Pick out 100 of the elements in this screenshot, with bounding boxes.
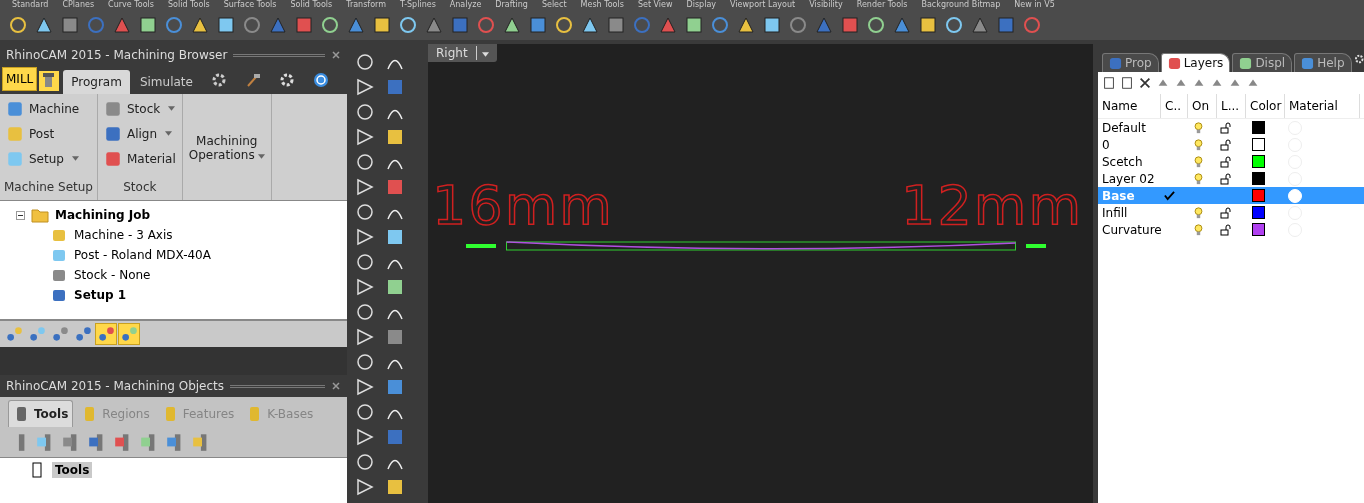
close-icon[interactable] [331, 50, 341, 60]
toolbar-tab[interactable]: Solid Tools [167, 0, 210, 10]
layer-tool-icon[interactable] [1138, 76, 1152, 90]
layer-row[interactable]: Infill [1098, 204, 1364, 221]
ribbon-button[interactable]: Machine [4, 96, 93, 121]
panel-tab[interactable]: Layers [1160, 53, 1231, 72]
toolbar-icon[interactable] [355, 302, 375, 322]
toolbar-icon[interactable] [190, 15, 210, 35]
toolbar-icon[interactable] [355, 152, 375, 172]
layer-row[interactable]: Default [1098, 119, 1364, 136]
view-tab[interactable]: Right [428, 44, 497, 62]
toolbar-tab[interactable]: Transform [346, 0, 386, 10]
color-swatch[interactable] [1252, 189, 1265, 202]
tree-item[interactable]: Setup 1 [74, 288, 127, 302]
toolbar-icon[interactable] [355, 352, 375, 372]
toolbar-icon[interactable] [424, 15, 444, 35]
layer-tool-icon[interactable] [1102, 76, 1116, 90]
tree-item[interactable]: Machine - 3 Axis [74, 228, 173, 242]
ribbon-tab[interactable]: MILL [2, 67, 38, 91]
column-header[interactable]: Name [1098, 94, 1161, 118]
unlock-icon[interactable] [1220, 138, 1232, 151]
toolbar-icon[interactable] [355, 377, 375, 397]
toolbar-tab[interactable]: Set View [637, 0, 673, 10]
toolbar-icon[interactable] [398, 15, 418, 35]
toolbar-tab[interactable]: Surface Tools [223, 0, 277, 10]
layer-tool-icon[interactable] [1120, 76, 1134, 90]
ribbon-button[interactable]: Stock [102, 96, 178, 121]
toolbar-icon[interactable] [385, 277, 405, 297]
tree-item[interactable]: Machining Job [55, 208, 151, 222]
toolbar-icon[interactable] [355, 477, 375, 497]
toolbar-tab[interactable]: Solid Tools [290, 0, 333, 10]
column-header[interactable]: C.. [1161, 94, 1188, 118]
toolbar-icon[interactable] [346, 15, 366, 35]
toolbar-tab[interactable]: Analyze [449, 0, 482, 10]
toolbar-icon[interactable] [762, 15, 782, 35]
operation-icon[interactable] [96, 324, 116, 344]
toolbar-tab[interactable]: Select [541, 0, 567, 10]
toolbar-tab[interactable]: Display [686, 0, 717, 10]
color-swatch[interactable] [1252, 138, 1265, 151]
bulb-icon[interactable] [1194, 206, 1203, 219]
bulb-icon[interactable] [1194, 172, 1203, 185]
caret-icon[interactable] [165, 131, 173, 136]
toolbar-tab[interactable]: Visibility [809, 0, 843, 10]
toolbar-icon[interactable] [355, 227, 375, 247]
operation-icon[interactable] [27, 324, 47, 344]
unlock-icon[interactable] [1220, 223, 1232, 236]
color-swatch[interactable] [1252, 155, 1265, 168]
unlock-icon[interactable] [1220, 172, 1232, 185]
panel-tab[interactable]: Prop [1102, 53, 1159, 72]
toolbar-icon[interactable] [355, 277, 375, 297]
layer-row[interactable]: Scetch [1098, 153, 1364, 170]
caret-icon[interactable] [481, 52, 489, 57]
column-header[interactable]: On [1188, 94, 1217, 118]
toolbar-icon[interactable] [502, 15, 522, 35]
toolbar-icon[interactable] [355, 77, 375, 97]
toolbar-icon[interactable] [355, 127, 375, 147]
toolbar-icon[interactable] [892, 15, 912, 35]
objects-tab[interactable]: Tools [8, 400, 74, 427]
toolbar-icon[interactable] [8, 15, 28, 35]
bulb-icon[interactable] [1194, 138, 1203, 151]
toolbar-icon[interactable] [355, 402, 375, 422]
ribbon-button[interactable]: Machining Operations [186, 134, 267, 162]
toolbar-icon[interactable] [355, 427, 375, 447]
unlock-icon[interactable] [1220, 155, 1232, 168]
viewport[interactable]: Right 16mm 12mm [428, 44, 1093, 503]
toolbar-tab[interactable]: T-Splines [400, 0, 436, 10]
ribbon-button[interactable]: Align [102, 121, 178, 146]
toolbar-tab[interactable]: Mesh Tools [580, 0, 624, 10]
toolbar-icon[interactable] [580, 15, 600, 35]
toolbar-icon[interactable] [970, 15, 990, 35]
ribbon-button[interactable]: Setup [4, 146, 93, 171]
column-header[interactable]: Color [1246, 94, 1285, 118]
toolbar-icon[interactable] [918, 15, 938, 35]
caret-icon[interactable] [257, 154, 265, 159]
toolbar-tab[interactable]: Curve Tools [108, 0, 154, 10]
ribbon-button[interactable]: Post [4, 121, 93, 146]
toolbar-tab[interactable]: Background Bitmap [921, 0, 1001, 10]
toolbar-icon[interactable] [320, 15, 340, 35]
toolbar-icon[interactable] [385, 227, 405, 247]
toolbar-tab[interactable]: Render Tools [856, 0, 908, 10]
unlock-icon[interactable] [1220, 206, 1232, 219]
toolbar-tab[interactable]: CPlanes [62, 0, 95, 10]
toolbar-icon[interactable] [554, 15, 574, 35]
close-icon[interactable] [331, 381, 341, 391]
toolbar-tab[interactable]: Drafting [495, 0, 528, 10]
collapse-icon[interactable] [16, 210, 25, 220]
color-swatch[interactable] [1252, 172, 1265, 185]
toolbar-icon[interactable] [866, 15, 886, 35]
hammer-icon[interactable] [244, 72, 261, 88]
panel-tab[interactable]: Displ [1232, 53, 1293, 72]
toolbar-icon[interactable] [355, 252, 375, 272]
operation-icon[interactable] [50, 324, 70, 344]
unlock-icon[interactable] [1220, 121, 1232, 134]
layer-row[interactable]: Curvature [1098, 221, 1364, 238]
toolbar-icon[interactable] [355, 177, 375, 197]
toolbar-icon[interactable] [355, 52, 375, 72]
panel-tab[interactable]: Help [1294, 53, 1352, 72]
operation-icon[interactable] [4, 324, 24, 344]
toolbar-icon[interactable] [372, 15, 392, 35]
toolbar-icon[interactable] [684, 15, 704, 35]
